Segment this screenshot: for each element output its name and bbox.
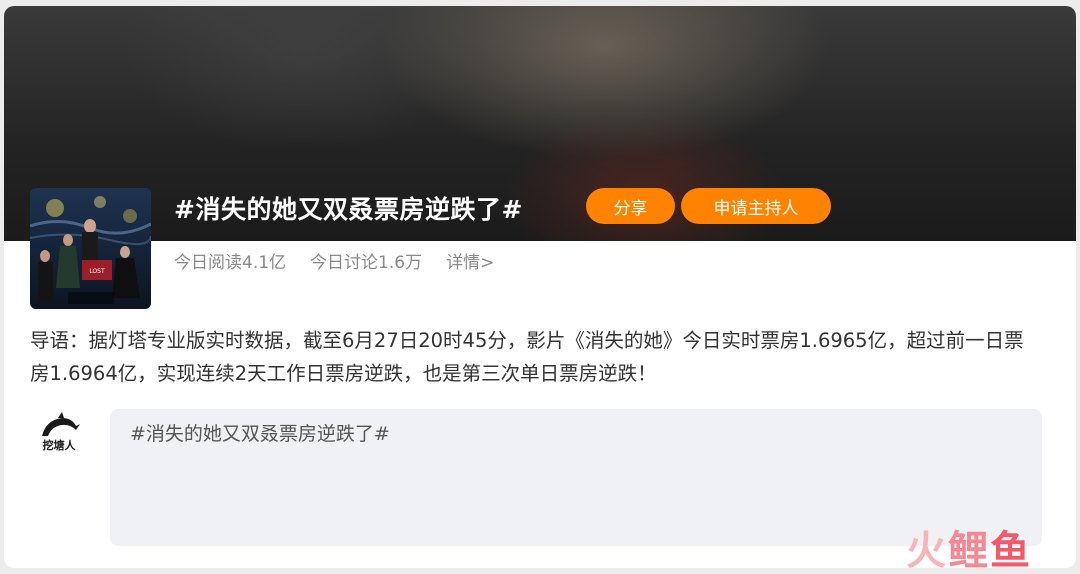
today-discussions: 今日讨论1.6万	[310, 253, 423, 273]
watermark-logo: 火鲤鱼	[906, 518, 1032, 574]
svg-text:LOST: LOST	[89, 268, 105, 275]
today-reads: 今日阅读4.1亿	[174, 253, 287, 273]
topic-stats: 今日阅读4.1亿 今日讨论1.6万 详情>	[174, 248, 494, 273]
watermark-char-1: 火	[906, 528, 948, 574]
detail-link[interactable]: 详情>	[446, 248, 494, 273]
share-button[interactable]: 分享	[586, 188, 675, 224]
post-composer[interactable]: #消失的她又双叒票房逆跌了#	[110, 409, 1042, 546]
brand-name: 挖塘人	[42, 439, 76, 452]
topic-banner	[4, 6, 1076, 241]
apply-host-button[interactable]: 申请主持人	[681, 188, 831, 224]
topic-intro: 导语：据灯塔专业版实时数据，截至6月27日20时45分，影片《消失的她》今日实时…	[30, 329, 1024, 385]
watermark-char-2: 鲤	[948, 528, 990, 574]
movie-poster[interactable]: LOST	[30, 188, 151, 309]
topic-title: #消失的她又双叒票房逆跌了#	[174, 195, 523, 224]
watermark-char-3: 鱼	[990, 528, 1032, 574]
